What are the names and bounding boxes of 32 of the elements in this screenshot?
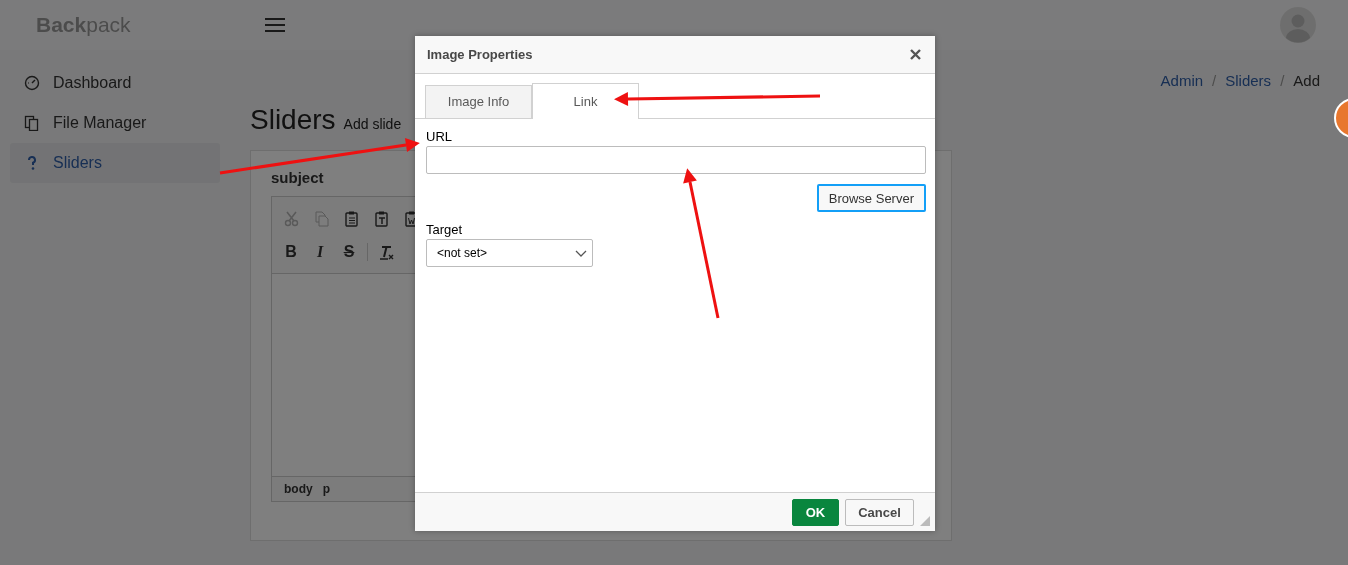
breadcrumb-separator: / [1212, 72, 1217, 91]
menu-icon[interactable] [265, 17, 285, 33]
gauge-icon [24, 75, 40, 91]
field-label: subject [271, 169, 325, 186]
element-path-item[interactable]: p [322, 482, 330, 496]
dialog-tab[interactable]: Link [532, 83, 639, 119]
breadcrumb-link[interactable]: Sliders [1225, 72, 1272, 92]
sidebar-item[interactable]: File Manager [10, 103, 220, 143]
page-subtitle: Add slide [343, 116, 402, 132]
sidebar-item[interactable]: Dashboard [10, 63, 220, 103]
chevron-down-icon [575, 249, 587, 257]
resize-grip-icon[interactable] [920, 516, 930, 526]
sidebar-item[interactable]: Sliders [10, 143, 220, 183]
dialog-tab[interactable]: Image Info [425, 85, 532, 118]
element-path-item[interactable]: body [284, 482, 313, 496]
format-button[interactable]: I [309, 243, 331, 261]
url-label: URL [426, 129, 453, 146]
files-icon [24, 115, 40, 131]
format-button[interactable]: B [280, 243, 302, 261]
target-label: Target [426, 222, 464, 239]
dialog-title: Image Properties [427, 47, 533, 62]
breadcrumb-current: Add [1293, 72, 1320, 91]
close-icon[interactable] [910, 49, 921, 60]
cancel-button[interactable]: Cancel [845, 498, 914, 526]
page-title: Sliders [250, 104, 336, 136]
breadcrumb-link[interactable]: Admin [1160, 72, 1204, 92]
url-input-field[interactable] [426, 146, 926, 174]
browse-server-button[interactable]: Browse Server [816, 184, 926, 212]
breadcrumb-separator: / [1280, 72, 1285, 91]
format-button[interactable]: S [338, 243, 360, 261]
target-select[interactable]: <not set> [426, 239, 593, 267]
ok-button[interactable]: OK [792, 498, 839, 526]
